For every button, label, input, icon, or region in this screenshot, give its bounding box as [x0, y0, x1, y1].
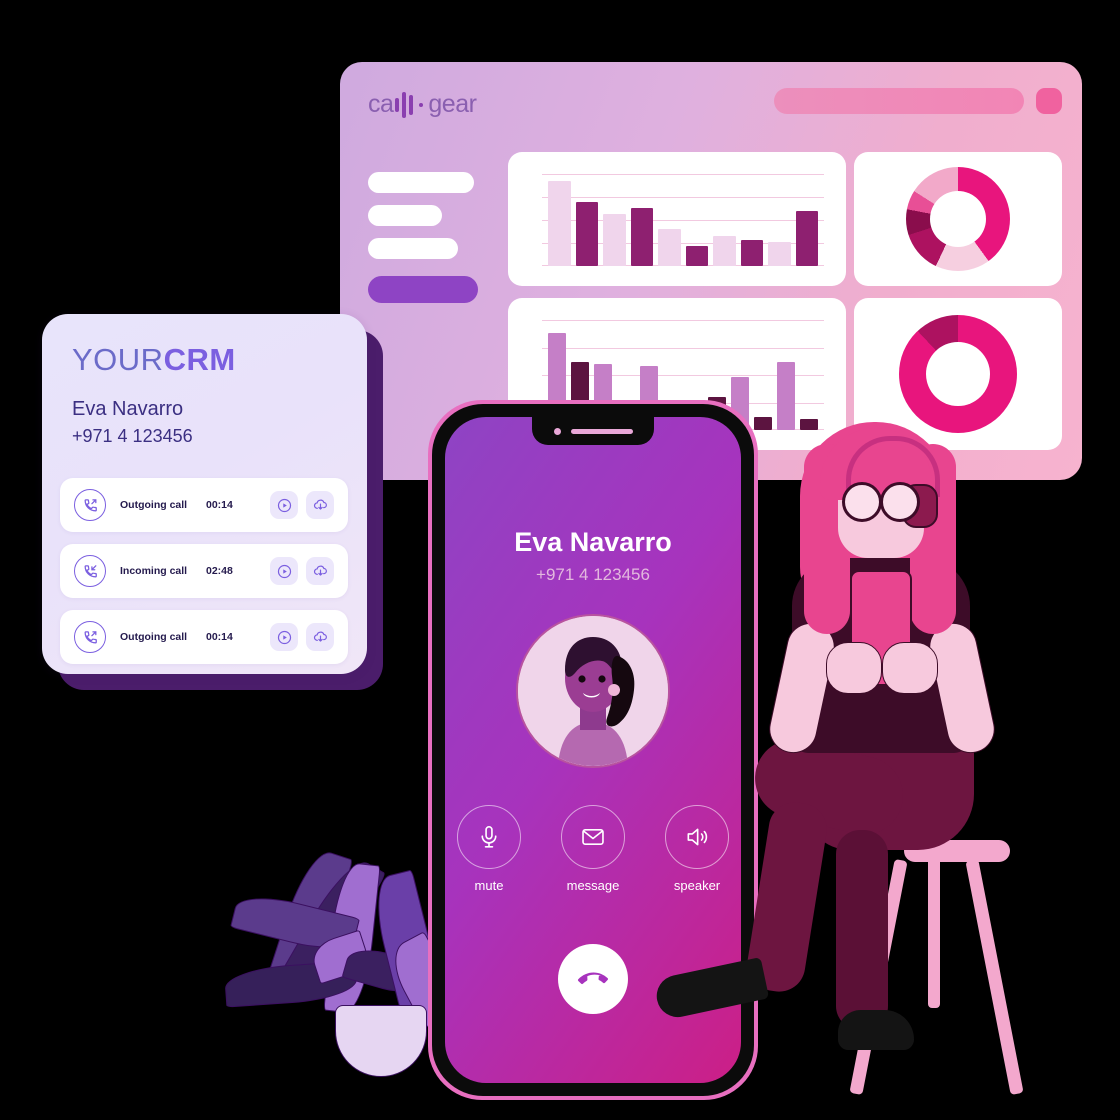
crm-title: YOURCRM [72, 342, 236, 378]
chart-bar [768, 242, 791, 266]
plant-pot [335, 1005, 427, 1077]
call-direction: Outgoing call [120, 499, 188, 511]
crm-contact-name: Eva Navarro [72, 398, 184, 420]
donut-chart-card-1 [854, 152, 1062, 286]
agent-hand-left [826, 642, 882, 694]
call-log-row[interactable]: Incoming call 02:48 [60, 544, 348, 598]
search-input[interactable] [774, 88, 1024, 114]
phone-outgoing-icon [74, 621, 106, 653]
donut-chart-1 [906, 167, 1010, 271]
waveform-icon [395, 91, 414, 118]
chart-bar [658, 229, 681, 266]
chart-bar [713, 235, 736, 266]
message-button[interactable]: message [559, 805, 627, 893]
earpiece-speaker [570, 428, 633, 434]
front-camera-icon [553, 427, 561, 435]
bar-chart-1 [542, 174, 824, 266]
end-call-button[interactable] [558, 944, 628, 1014]
chart-bar [548, 181, 571, 266]
speaker-label: speaker [673, 878, 721, 893]
call-duration: 00:14 [206, 631, 233, 643]
callgear-logo: ca gear [368, 90, 477, 119]
agent-hand-right [882, 642, 938, 694]
envelope-icon [561, 805, 625, 869]
sidebar-item-2[interactable] [368, 205, 442, 226]
sidebar-item-1[interactable] [368, 172, 474, 193]
chart-bar [685, 245, 708, 266]
glasses-lens [880, 482, 920, 522]
call-log-row[interactable]: Outgoing call 00:14 [60, 478, 348, 532]
phone-incoming-icon [74, 555, 106, 587]
microphone-icon [457, 805, 521, 869]
call-direction: Incoming call [120, 565, 188, 577]
call-log-row[interactable]: Outgoing call 00:14 [60, 610, 348, 664]
speaker-button[interactable]: speaker [663, 805, 731, 893]
call-duration: 00:14 [206, 499, 233, 511]
potted-plant [223, 845, 465, 1080]
call-direction: Outgoing call [120, 631, 188, 643]
download-cloud-icon[interactable] [306, 557, 334, 585]
stool-leg [965, 858, 1024, 1096]
glasses-lens [842, 482, 882, 522]
agent-shin-back [836, 830, 888, 1030]
play-icon[interactable] [270, 623, 298, 651]
chart-bars [548, 174, 818, 266]
bar-chart-card-1 [508, 152, 846, 286]
mute-button[interactable]: mute [455, 805, 523, 893]
message-label: message [566, 878, 620, 893]
crm-card: YOURCRM Eva Navarro +971 4 123456 Outgoi… [42, 314, 367, 674]
crm-contact-phone: +971 4 123456 [72, 426, 193, 446]
chart-bar [630, 208, 653, 266]
sidebar-item-active[interactable] [368, 276, 478, 303]
logo-prefix: ca [368, 90, 394, 118]
phone-outgoing-icon [74, 489, 106, 521]
avatar[interactable] [1036, 88, 1062, 114]
logo-suffix: gear [428, 90, 477, 118]
sidebar-item-3[interactable] [368, 238, 458, 259]
caller-number: +971 4 123456 [536, 565, 650, 584]
chart-bar [795, 210, 818, 266]
chart-bar [603, 213, 626, 266]
crm-title-light: YOUR [72, 342, 164, 377]
crm-title-bold: CRM [163, 342, 236, 377]
stool-leg [928, 858, 940, 1008]
avatar-portrait [518, 616, 668, 766]
caller-avatar [516, 614, 670, 768]
call-duration: 02:48 [206, 565, 233, 577]
phone-notch [532, 417, 654, 445]
chart-bar [740, 240, 763, 266]
mute-label: mute [474, 878, 504, 893]
caller-name: Eva Navarro [514, 527, 672, 557]
call-controls: mute message speaker [445, 805, 741, 893]
agent-illustration [652, 410, 1072, 1110]
download-cloud-icon[interactable] [306, 623, 334, 651]
logo-dot-icon [419, 102, 424, 107]
end-call-icon [577, 972, 609, 985]
download-cloud-icon[interactable] [306, 491, 334, 519]
speaker-icon [665, 805, 729, 869]
illustration-scene: ca gear YOURCRM Eva Navarro +971 4 12345… [0, 0, 1120, 1120]
play-icon[interactable] [270, 557, 298, 585]
agent-shoe [838, 1010, 914, 1050]
play-icon[interactable] [270, 491, 298, 519]
chart-bar [575, 201, 598, 266]
